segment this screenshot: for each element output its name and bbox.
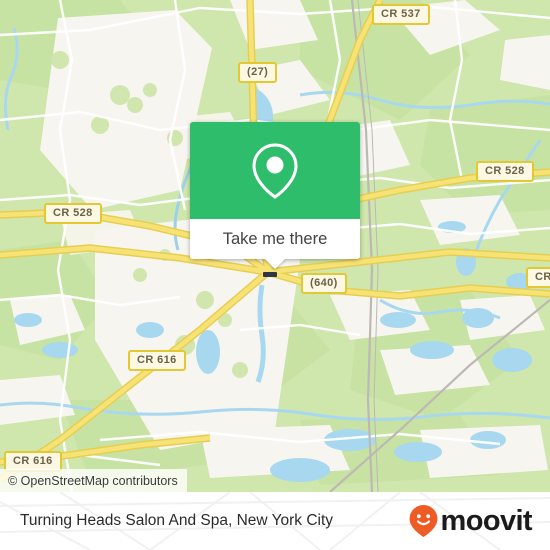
road-shield-cr528-east[interactable]: CR 528 <box>476 161 534 182</box>
callout-footer[interactable]: Take me there <box>190 219 360 269</box>
callout-tail-pointer <box>264 258 286 269</box>
place-title: Turning Heads Salon And Spa, New York Ci… <box>20 512 334 529</box>
callout-header <box>190 122 360 219</box>
moovit-brand[interactable]: moovit <box>408 504 533 538</box>
footer-bar: Turning Heads Salon And Spa, New York Ci… <box>0 492 550 550</box>
destination-marker[interactable] <box>263 272 277 277</box>
road-shield-cr537[interactable]: CR 537 <box>372 4 430 25</box>
moovit-wordmark: moovit <box>440 504 533 537</box>
location-pin-icon <box>252 142 298 199</box>
osm-attribution[interactable]: © OpenStreetMap contributors <box>0 469 187 492</box>
road-shield-640[interactable]: (640) <box>301 273 347 294</box>
road-shield-cr-clipped[interactable]: CR <box>526 267 550 288</box>
map-screenshot-root: CR 537 (27) CR 528 CR 528 (640) CR CR 61… <box>0 0 550 550</box>
take-me-there-label: Take me there <box>222 229 328 248</box>
moovit-smiley-pin-icon <box>409 505 437 537</box>
osm-attribution-text: © OpenStreetMap contributors <box>8 473 178 488</box>
take-me-there-callout[interactable]: Take me there <box>190 122 360 269</box>
road-shield-27[interactable]: (27) <box>238 62 278 83</box>
map-canvas[interactable]: CR 537 (27) CR 528 CR 528 (640) CR CR 61… <box>0 0 550 492</box>
road-shield-cr616-mid[interactable]: CR 616 <box>128 350 186 371</box>
road-shield-cr528-west[interactable]: CR 528 <box>44 203 102 224</box>
